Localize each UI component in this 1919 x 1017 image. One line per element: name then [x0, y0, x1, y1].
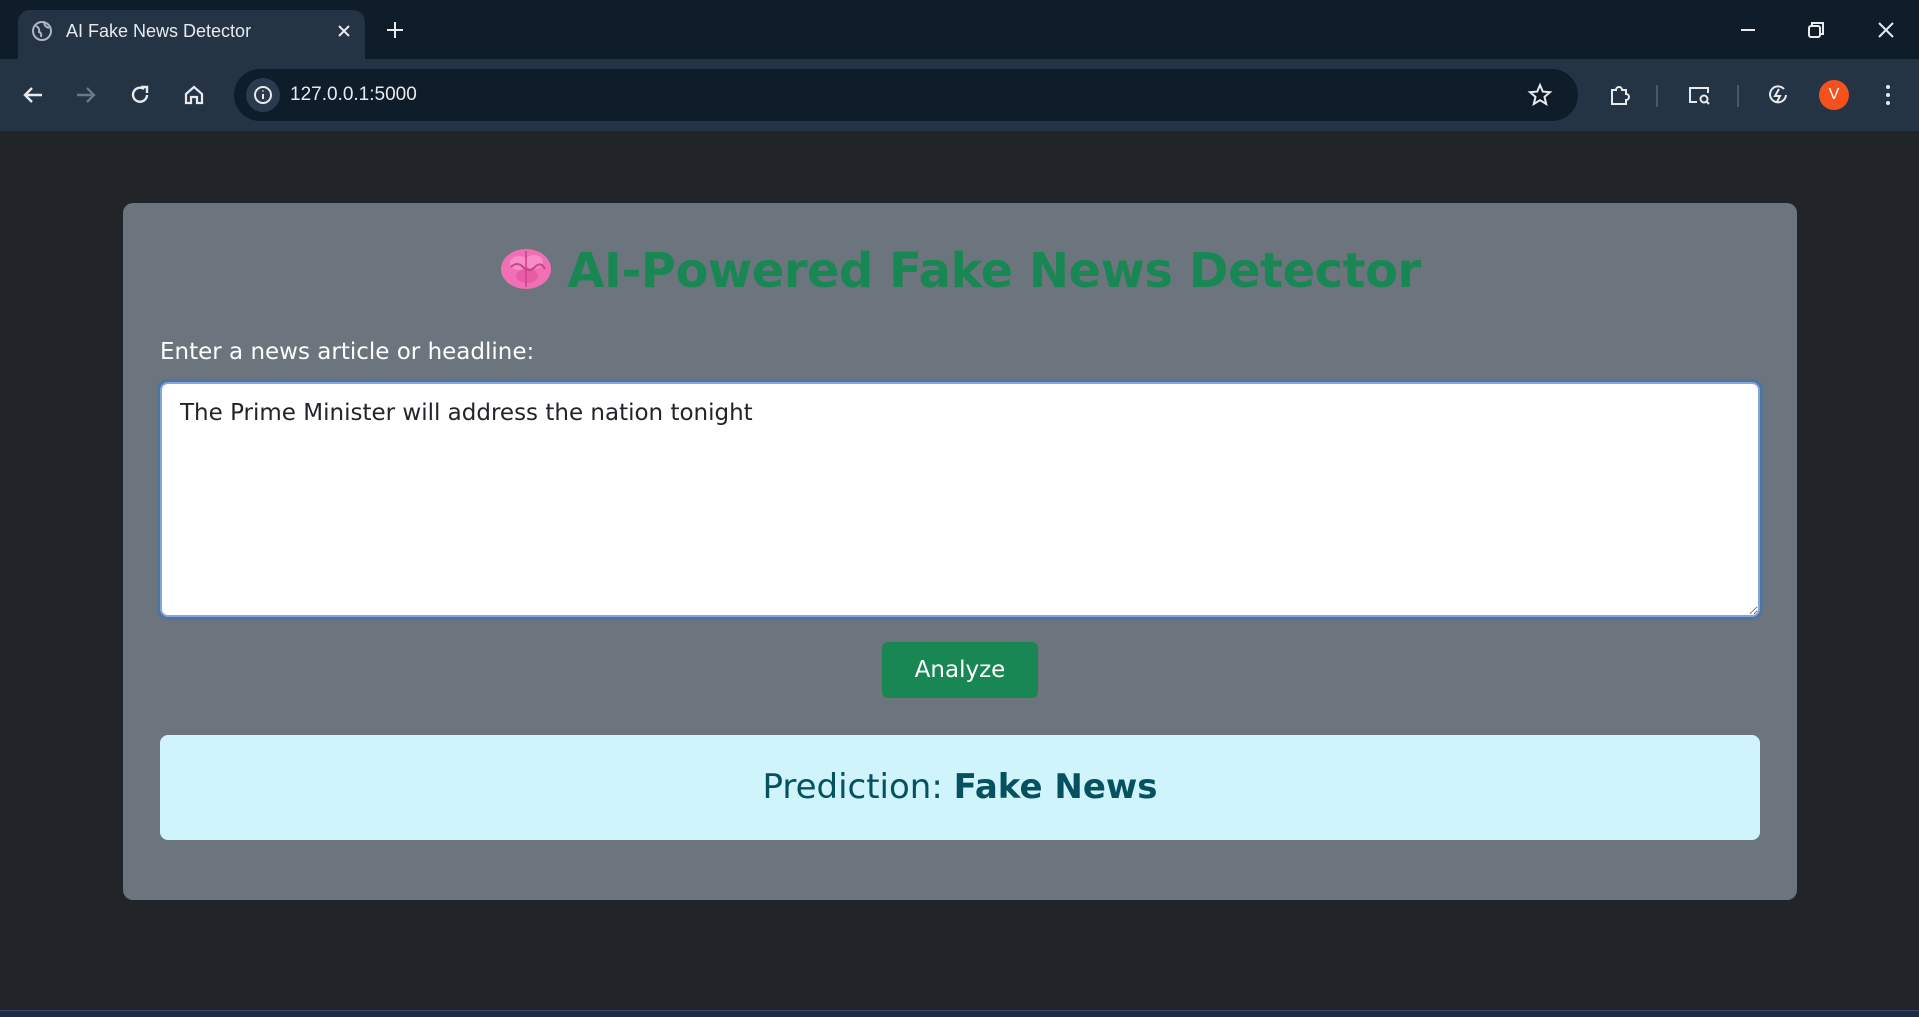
forward-icon[interactable] — [70, 79, 102, 111]
back-icon[interactable] — [17, 79, 49, 111]
minimize-icon[interactable] — [1730, 12, 1766, 48]
restore-icon[interactable] — [1798, 12, 1834, 48]
prediction-result: Prediction: Fake News — [160, 735, 1760, 840]
home-icon[interactable] — [178, 79, 210, 111]
input-label: Enter a news article or headline: — [160, 339, 535, 365]
brain-icon — [499, 245, 553, 293]
taskbar-edge — [0, 1010, 1919, 1017]
menu-kebab-icon[interactable] — [1872, 79, 1904, 111]
media-search-icon[interactable] — [1683, 79, 1715, 111]
address-bar[interactable]: 127.0.0.1:5000 — [234, 69, 1578, 121]
reload-icon[interactable] — [124, 79, 156, 111]
new-tab-icon[interactable] — [381, 16, 409, 44]
detector-card: AI-Powered Fake News Detector Enter a ne… — [123, 203, 1797, 900]
toolbar-divider — [1656, 85, 1658, 107]
news-input[interactable]: The Prime Minister will address the nati… — [160, 382, 1760, 617]
bookmark-star-icon[interactable] — [1526, 81, 1554, 109]
prediction-value: Fake News — [953, 767, 1158, 807]
analyze-button[interactable]: Analyze — [882, 642, 1038, 698]
performance-icon[interactable] — [1762, 79, 1794, 111]
browser-toolbar: 127.0.0.1:5000 V — [0, 59, 1919, 131]
globe-icon — [31, 20, 53, 42]
tab-strip: AI Fake News Detector — [0, 0, 1919, 59]
toolbar-divider — [1737, 85, 1739, 107]
profile-avatar[interactable]: V — [1819, 80, 1849, 110]
close-tab-icon[interactable] — [332, 19, 356, 43]
extensions-icon[interactable] — [1603, 79, 1635, 111]
prediction-label: Prediction: — [762, 767, 954, 807]
url-text[interactable]: 127.0.0.1:5000 — [290, 83, 417, 107]
page-title-text: AI-Powered Fake News Detector — [567, 243, 1421, 299]
browser-tab[interactable]: AI Fake News Detector — [18, 10, 365, 59]
close-window-icon[interactable] — [1868, 12, 1904, 48]
page-title: AI-Powered Fake News Detector — [123, 241, 1797, 301]
site-info-icon[interactable] — [246, 78, 280, 112]
tab-title: AI Fake News Detector — [66, 21, 252, 41]
